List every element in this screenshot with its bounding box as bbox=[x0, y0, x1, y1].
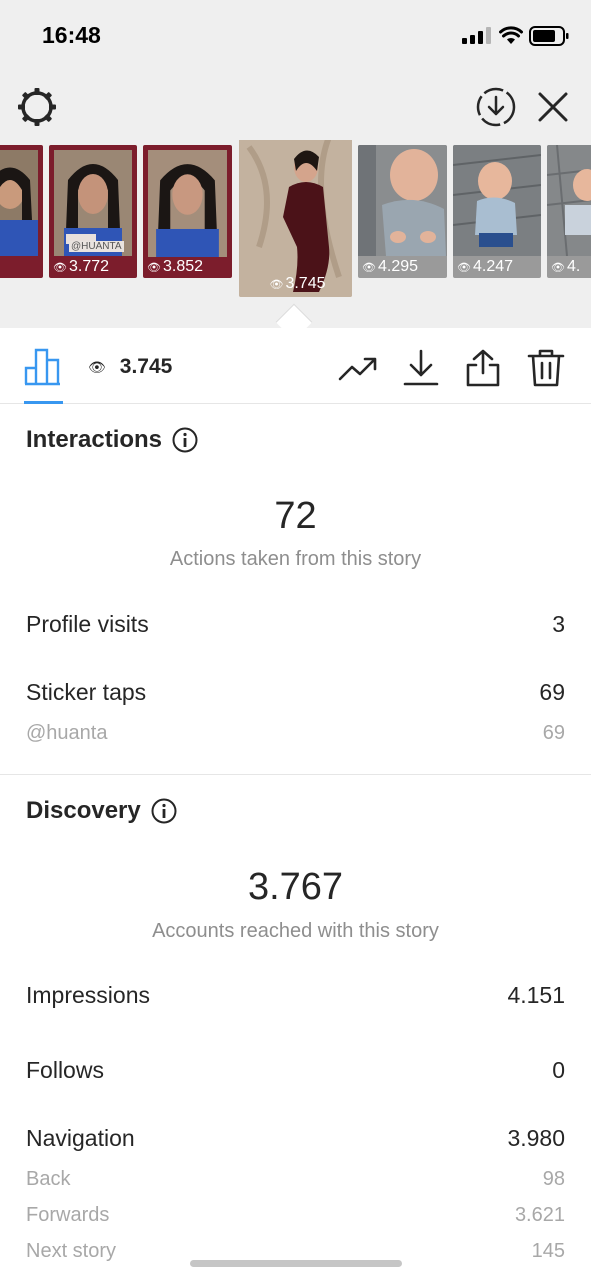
discovery-section-title: Discovery bbox=[26, 797, 177, 825]
wifi-icon bbox=[499, 26, 523, 44]
story-thumbnail-selected[interactable]: 👁 3.745 bbox=[239, 140, 352, 297]
active-tab-indicator bbox=[24, 401, 63, 404]
close-icon[interactable] bbox=[534, 88, 572, 126]
story-thumbnail[interactable]: 👁 4. bbox=[547, 145, 591, 278]
settings-gear-icon[interactable] bbox=[16, 86, 58, 128]
story-thumbnail[interactable]: 👁 4.295 bbox=[358, 145, 447, 278]
navigation-forwards-row: Forwards 3.621 bbox=[26, 1204, 565, 1226]
story-thumbnail[interactable]: 983 bbox=[0, 145, 43, 278]
discovery-total: 3.767 bbox=[247, 866, 344, 908]
eye-icon: 👁 bbox=[457, 261, 471, 274]
eye-icon: 👁 bbox=[362, 261, 376, 274]
story-thumbnail[interactable]: @HUANTA 👁 3.772 bbox=[49, 145, 137, 278]
info-icon[interactable] bbox=[151, 798, 177, 824]
navigation-row: Navigation 3.980 bbox=[26, 1125, 565, 1151]
eye-icon: 👁 bbox=[147, 261, 161, 274]
promote-trend-icon[interactable] bbox=[338, 348, 378, 388]
delete-trash-icon[interactable] bbox=[526, 348, 566, 388]
info-icon[interactable] bbox=[172, 427, 198, 453]
story-view-count: 👁 3.772 bbox=[53, 258, 110, 275]
story-view-count: 👁 3.745 bbox=[269, 275, 326, 292]
home-indicator[interactable] bbox=[190, 1260, 402, 1267]
eye-icon: 👁 bbox=[53, 261, 67, 274]
interactions-section-title: Interactions bbox=[26, 426, 198, 454]
story-view-count: 983 bbox=[0, 258, 43, 276]
section-divider bbox=[0, 774, 591, 775]
sticker-mention-row: @huanta 69 bbox=[26, 722, 565, 744]
story-thumbnail-image bbox=[239, 140, 352, 297]
story-action-bar: 👁 3.745 bbox=[0, 328, 591, 404]
story-view-count: 👁 3.852 bbox=[147, 258, 204, 275]
story-view-count: 👁 4. bbox=[551, 258, 581, 275]
sticker-taps-row: Sticker taps 69 bbox=[26, 679, 565, 705]
stories-header: 16:48 @HUANTA 👁 3.772 👁 3.852 👁 3.745 👁 … bbox=[0, 0, 591, 328]
story-view-total: 3.745 bbox=[119, 355, 173, 378]
story-view-count: 👁 4.295 bbox=[362, 258, 419, 275]
impressions-row: Impressions 4.151 bbox=[26, 982, 565, 1008]
eye-icon: 👁 bbox=[88, 358, 106, 375]
story-thumbnail-image bbox=[0, 150, 38, 256]
interactions-total: 72 bbox=[274, 495, 317, 537]
download-icon[interactable] bbox=[401, 348, 441, 388]
story-thumbnail-image bbox=[453, 145, 541, 256]
story-thumbnail-strip[interactable]: 983 @HUANTA 👁3.772 👁3.852 bbox=[0, 140, 591, 305]
mention-sticker: @HUANTA bbox=[69, 241, 124, 252]
save-archive-icon[interactable] bbox=[474, 85, 518, 129]
story-thumbnail-image bbox=[148, 150, 227, 258]
share-icon[interactable] bbox=[463, 348, 503, 388]
battery-icon bbox=[529, 26, 569, 46]
status-time: 16:48 bbox=[42, 22, 101, 48]
story-views: 👁 3.745 bbox=[88, 355, 172, 379]
insights-bar-chart-icon[interactable] bbox=[24, 348, 64, 386]
eye-icon: 👁 bbox=[551, 261, 565, 274]
story-thumbnail-image bbox=[358, 145, 447, 256]
story-thumbnail[interactable]: 👁 3.852 bbox=[143, 145, 232, 278]
story-view-count: 👁 4.247 bbox=[457, 258, 514, 275]
navigation-back-row: Back 98 bbox=[26, 1168, 565, 1190]
status-bar: 16:48 bbox=[0, 0, 591, 70]
profile-visits-row: Profile visits 3 bbox=[26, 611, 565, 637]
eye-icon: 👁 bbox=[269, 278, 284, 291]
signal-icon bbox=[462, 27, 491, 44]
story-thumbnail-image bbox=[547, 145, 591, 256]
discovery-caption: Accounts reached with this story bbox=[152, 920, 439, 942]
story-thumbnail[interactable]: 👁 4.247 bbox=[453, 145, 541, 278]
follows-row: Follows 0 bbox=[26, 1057, 565, 1083]
interactions-caption: Actions taken from this story bbox=[169, 548, 422, 570]
